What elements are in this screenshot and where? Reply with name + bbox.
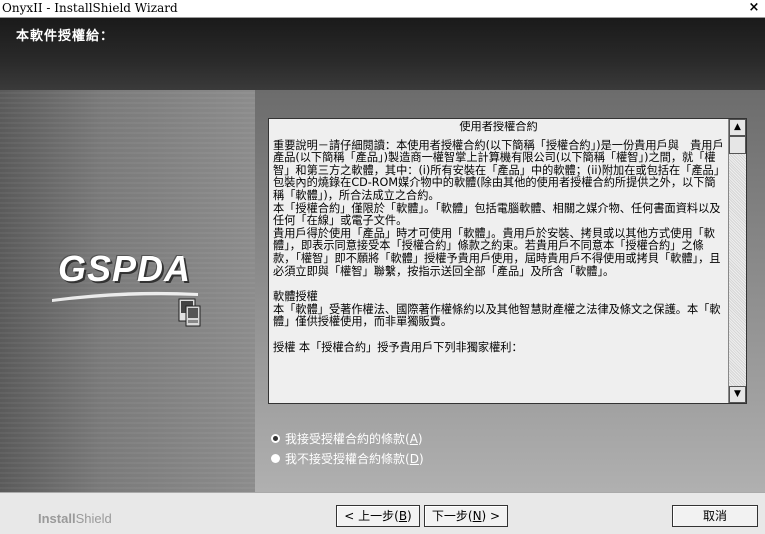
license-paragraph: 授權 本「授權合約」授予貴用戶下列非獨家權利：	[273, 340, 523, 354]
license-section-title: 軟體授權	[273, 290, 318, 304]
gspda-logo: GSPDA	[58, 248, 192, 289]
next-button[interactable]: 下一步(N) >	[424, 505, 508, 527]
brand-bold: Install	[38, 511, 76, 526]
next-suffix: ) >	[481, 509, 501, 523]
license-agreement-box[interactable]: 使用者授權合約 重要說明－請仔細閱讀：本使用者授權合約(以下簡稱「授權合約」)是…	[268, 118, 747, 404]
accept-label: 我接受授權合約的條款(	[285, 432, 410, 446]
scroll-up-button[interactable]: ▲	[729, 119, 746, 136]
back-label: < 上一步(	[344, 509, 399, 523]
license-paragraph: 貴用戶得於使用「產品」時才可使用「軟體」。貴用戶於安裝、拷貝或以其他方式使用「軟…	[273, 226, 721, 278]
accept-hotkey: A	[409, 431, 418, 446]
header-banner: 本軟件授權給：	[0, 18, 765, 90]
installer-window: OnyxII - InstallShield Wizard × 本軟件授權給： …	[0, 0, 765, 534]
close-button[interactable]: ×	[747, 0, 761, 16]
next-hotkey: N	[472, 509, 482, 523]
decline-hotkey: D	[409, 451, 419, 466]
accept-radio[interactable]: 我接受授權合約的條款(A)	[271, 430, 423, 447]
cancel-button[interactable]: 取消	[672, 505, 758, 527]
vertical-scrollbar[interactable]: ▲ ▼	[728, 119, 746, 403]
back-button[interactable]: < 上一步(B)	[336, 505, 420, 527]
license-text[interactable]: 使用者授權合約 重要說明－請仔細閱讀：本使用者授權合約(以下簡稱「授權合約」)是…	[271, 121, 726, 401]
license-paragraph: 重要說明－請仔細閱讀：本使用者授權合約(以下簡稱「授權合約」)是一份貴用戶與 貴…	[273, 138, 724, 202]
accept-paren: )	[417, 431, 423, 446]
license-paragraph: 本「授權合約」僅限於「軟體」。「軟體」包括電腦軟體、相關之媒介物、任何書面資料以…	[273, 201, 721, 228]
license-heading: 使用者授權合約	[459, 121, 538, 133]
back-hotkey: B	[398, 509, 408, 523]
next-label: 下一步(	[431, 509, 473, 523]
decline-radio[interactable]: 我不接受授權合約條款(D)	[271, 450, 424, 467]
installshield-brand: InstallShield	[38, 511, 112, 526]
pda-device-icon	[178, 298, 201, 327]
back-suffix: )	[407, 509, 412, 523]
scroll-down-button[interactable]: ▼	[729, 386, 746, 403]
decline-label: 我不接受授權合約條款(	[285, 452, 410, 466]
side-graphic: GSPDA	[0, 90, 255, 492]
title-bar[interactable]: OnyxII - InstallShield Wizard ×	[0, 0, 765, 18]
license-paragraph: 本「軟體」受著作權法、國際著作權條約以及其他智慧財產權之法律及條文之保護。本「軟…	[273, 302, 721, 329]
scroll-thumb[interactable]	[729, 136, 746, 154]
decline-paren: )	[418, 451, 424, 466]
page-title: 本軟件授權給：	[16, 29, 115, 44]
radio-unchecked-icon[interactable]	[271, 454, 280, 463]
brand-light: Shield	[75, 511, 112, 526]
radio-checked-icon[interactable]	[271, 434, 280, 443]
window-title: OnyxII - InstallShield Wizard	[2, 1, 178, 15]
